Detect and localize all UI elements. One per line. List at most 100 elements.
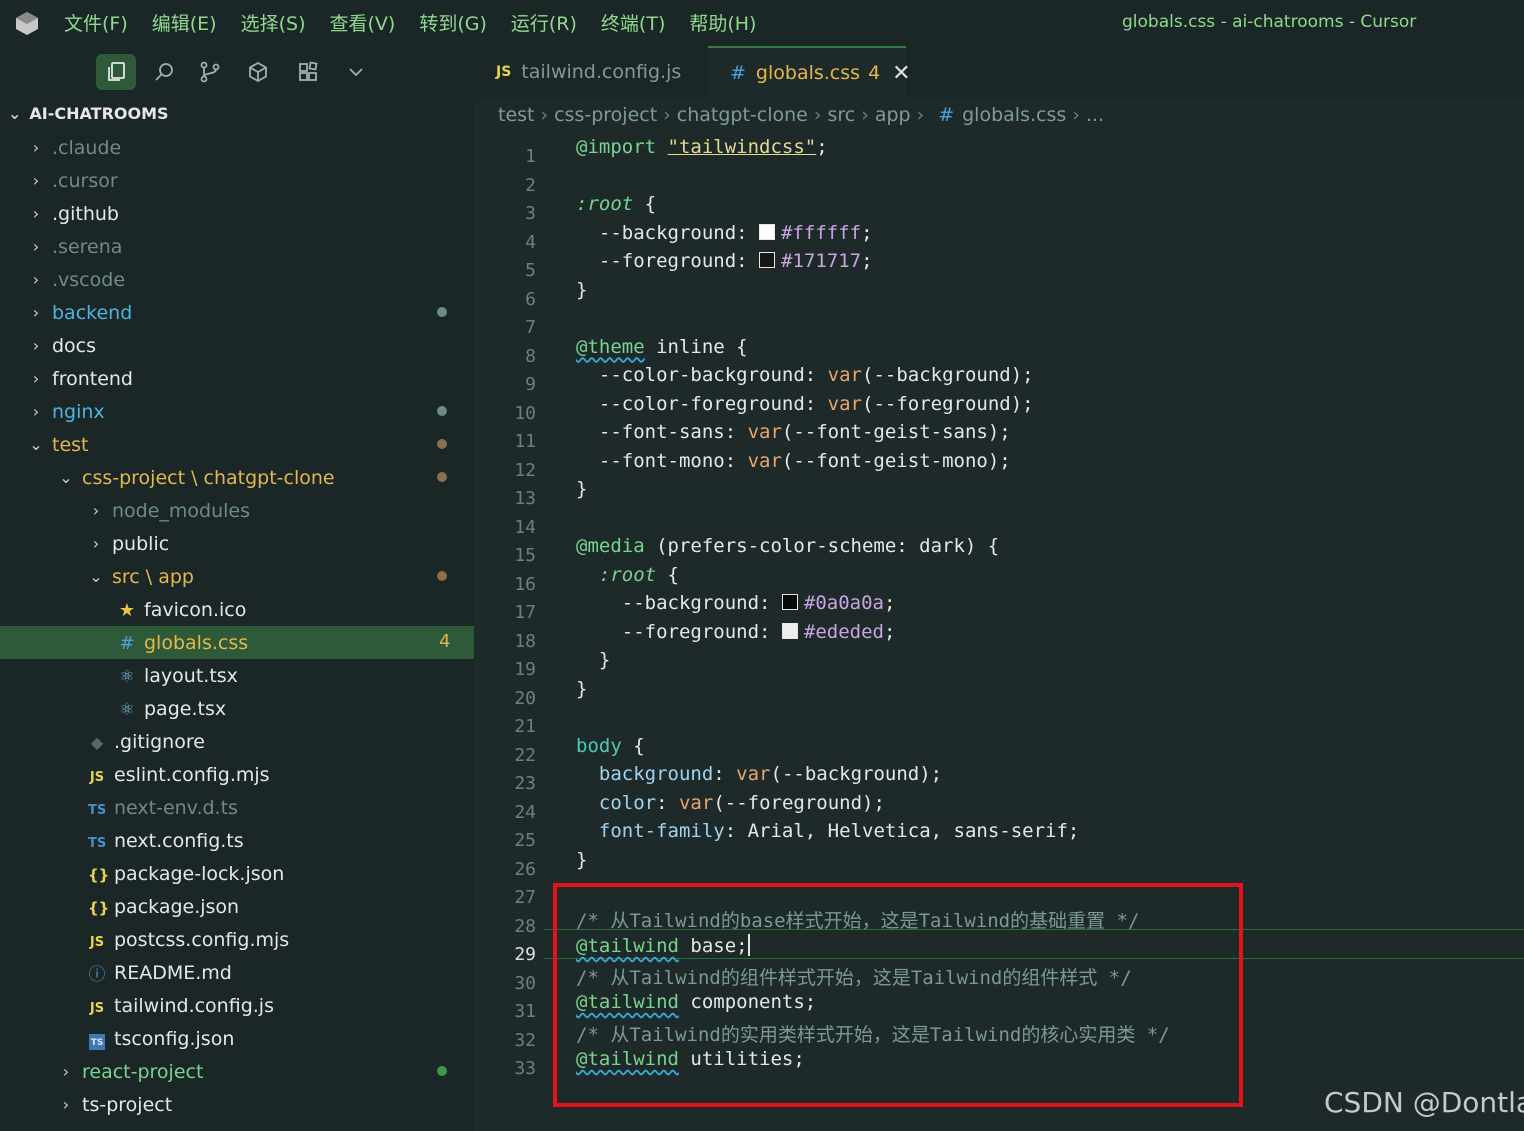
chevron-right-icon: ›	[32, 369, 40, 388]
line-number: 2	[525, 174, 536, 196]
code-line: background: var(--background);	[598, 763, 943, 785]
tsconfig-file-icon: TS	[89, 1033, 105, 1050]
tree-item[interactable]: ⓘ README.md	[0, 956, 474, 989]
tree-item-label: .github	[52, 202, 119, 225]
tree-item-label: src \ app	[112, 565, 194, 588]
breadcrumb-item[interactable]: css-project	[554, 104, 657, 126]
extensions-cube-icon[interactable]	[238, 54, 278, 90]
menu-run[interactable]: 运行(R)	[511, 9, 577, 36]
chevron-right-icon: ›	[861, 104, 869, 126]
tree-item[interactable]: TS next-env.d.ts	[0, 791, 474, 824]
tree-item[interactable]: ◆ .gitignore	[0, 725, 474, 758]
breadcrumb-item[interactable]: test	[498, 104, 535, 126]
code-line: --foreground: #ededed;	[576, 620, 896, 643]
extensions-grid-icon[interactable]	[288, 54, 328, 90]
line-number: 32	[514, 1029, 536, 1051]
git-icon: ◆	[90, 732, 104, 752]
line-number: 18	[514, 630, 536, 652]
color-swatch[interactable]	[781, 594, 798, 610]
tree-item[interactable]: › nginx	[0, 395, 474, 428]
tree-item[interactable]: › ts-project	[0, 1088, 474, 1121]
source-control-icon[interactable]	[190, 54, 230, 90]
tree-item[interactable]: ⚛ layout.tsx	[0, 659, 474, 692]
js-file-icon: JS	[89, 769, 105, 785]
breadcrumb-item[interactable]: chatgpt-clone	[677, 104, 808, 126]
tree-item[interactable]: ⚛ page.tsx	[0, 692, 474, 725]
tree-item[interactable]: # globals.css	[0, 626, 474, 659]
cursor-logo-icon[interactable]	[14, 10, 40, 36]
tree-item[interactable]: › .claude	[0, 131, 474, 164]
code-line: }	[576, 848, 588, 871]
tree-item-label: package-lock.json	[114, 862, 285, 885]
chevron-right-icon: ›	[32, 303, 40, 322]
tree-item[interactable]: › frontend	[0, 362, 474, 395]
tab-globals-css[interactable]: # globals.css 4 ✕	[708, 46, 911, 98]
tree-item[interactable]: JS tailwind.config.js	[0, 989, 474, 1022]
menu-selection[interactable]: 选择(S)	[241, 9, 306, 36]
tree-item[interactable]: JS eslint.config.mjs	[0, 758, 474, 791]
tree-item[interactable]: › .serena	[0, 230, 474, 263]
tree-item-label: .claude	[52, 136, 122, 159]
tree-item[interactable]: › react-project	[0, 1055, 474, 1088]
css-file-icon: #	[119, 632, 135, 654]
tree-item-label: backend	[52, 301, 133, 324]
tree-item[interactable]: › public	[0, 527, 474, 560]
more-chevron-down-icon[interactable]	[336, 54, 376, 90]
color-swatch[interactable]	[781, 622, 798, 639]
tree-item[interactable]: {} package-lock.json	[0, 857, 474, 890]
tree-item-label: tailwind.config.js	[114, 994, 274, 1017]
code-line: --foreground: #171717;	[576, 250, 873, 272]
tree-item[interactable]: › node_modules	[0, 494, 474, 527]
star-icon: ★	[118, 599, 136, 621]
tree-item[interactable]: ⌄ src \ app	[0, 560, 474, 593]
menu-help[interactable]: 帮助(H)	[689, 9, 756, 36]
tree-item[interactable]: ★ favicon.ico	[0, 593, 474, 626]
menu-terminal[interactable]: 终端(T)	[601, 9, 665, 36]
tree-item[interactable]: › backend	[0, 296, 474, 329]
explorer-root-header[interactable]: ⌄ AI-CHATROOMS	[8, 104, 169, 123]
color-swatch[interactable]	[759, 252, 776, 268]
breadcrumb-item[interactable]: src	[827, 104, 855, 126]
tree-item[interactable]: {} package.json	[0, 890, 474, 923]
close-icon[interactable]: ✕	[892, 61, 910, 86]
menu-edit[interactable]: 编辑(E)	[152, 9, 217, 36]
tree-item[interactable]: › docs	[0, 329, 474, 362]
tree-item-label: frontend	[52, 367, 133, 390]
chevron-right-icon: ›	[32, 138, 40, 157]
code-line: --background: #0a0a0a;	[576, 592, 896, 614]
tab-tailwind-config[interactable]: JS tailwind.config.js	[474, 46, 708, 98]
status-dot	[437, 439, 447, 449]
tree-item[interactable]: TS next.config.ts	[0, 824, 474, 857]
color-swatch[interactable]	[759, 223, 776, 240]
code-line: body {	[576, 734, 645, 757]
status-dot	[437, 571, 447, 581]
menu-file[interactable]: 文件(F)	[64, 9, 128, 36]
tree-item[interactable]: › .vscode	[0, 263, 474, 296]
line-number: 21	[514, 716, 536, 737]
status-dot	[437, 406, 447, 416]
search-icon[interactable]	[144, 54, 184, 90]
line-number: 26	[514, 858, 536, 880]
code-line: --font-sans: var(--font-geist-sans);	[576, 421, 1011, 443]
line-number: 16	[514, 573, 536, 595]
code-line: --font-mono: var(--font-geist-mono);	[576, 449, 1011, 472]
tree-item[interactable]: ⌄ css-project \ chatgpt-clone	[0, 461, 474, 494]
chevron-right-icon: ›	[32, 270, 40, 289]
breadcrumb-item[interactable]: globals.css	[962, 104, 1066, 126]
tree-item[interactable]: ⌄ test	[0, 428, 474, 461]
chevron-right-icon: ›	[32, 402, 40, 421]
tree-item[interactable]: TS tsconfig.json	[0, 1022, 474, 1055]
menu-view[interactable]: 查看(V)	[330, 9, 396, 36]
breadcrumb-item[interactable]: ...	[1086, 104, 1104, 126]
tree-item-label: css-project \ chatgpt-clone	[82, 466, 335, 489]
breadcrumb-item[interactable]: app	[875, 104, 911, 126]
react-icon: ⚛	[119, 666, 135, 687]
tree-item[interactable]: › .github	[0, 197, 474, 230]
tree-item[interactable]: › .cursor	[0, 164, 474, 197]
code-line: @media (prefers-color-scheme: dark) {	[576, 535, 1000, 557]
code-line: @theme inline {	[576, 335, 748, 358]
line-number: 4	[525, 231, 536, 253]
menu-go[interactable]: 转到(G)	[419, 9, 487, 36]
explorer-icon[interactable]	[96, 54, 136, 90]
tree-item[interactable]: JS postcss.config.mjs	[0, 923, 474, 956]
